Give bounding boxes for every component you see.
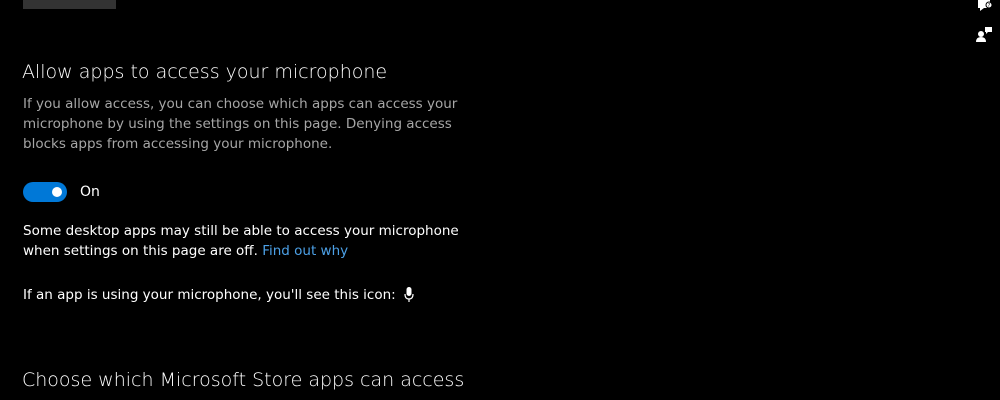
store-apps-title: Choose which Microsoft Store apps can ac… [22,369,465,391]
mic-indicator-note: If an app is using your microphone, you'… [23,285,414,305]
allow-access-toggle[interactable] [23,182,67,202]
toggle-state-label: On [80,184,100,200]
allow-access-title: Allow apps to access your microphone [22,61,388,83]
top-button[interactable] [23,0,116,9]
allow-access-toggle-row: On [23,181,100,203]
microphone-privacy-page: ? Allow apps to access your microphone I… [0,0,1000,400]
feedback-icon[interactable] [976,26,992,42]
toggle-knob [52,187,62,197]
svg-text:?: ? [988,3,991,9]
find-out-why-link[interactable]: Find out why [262,243,348,259]
microphone-icon [404,287,414,303]
help-icon[interactable]: ? [976,0,992,16]
allow-access-description: If you allow access, you can choose whic… [23,96,458,152]
desktop-apps-note-text: Some desktop apps may still be able to a… [23,223,459,259]
mic-indicator-note-text: If an app is using your microphone, you'… [23,287,396,303]
desktop-apps-note: Some desktop apps may still be able to a… [23,221,483,261]
